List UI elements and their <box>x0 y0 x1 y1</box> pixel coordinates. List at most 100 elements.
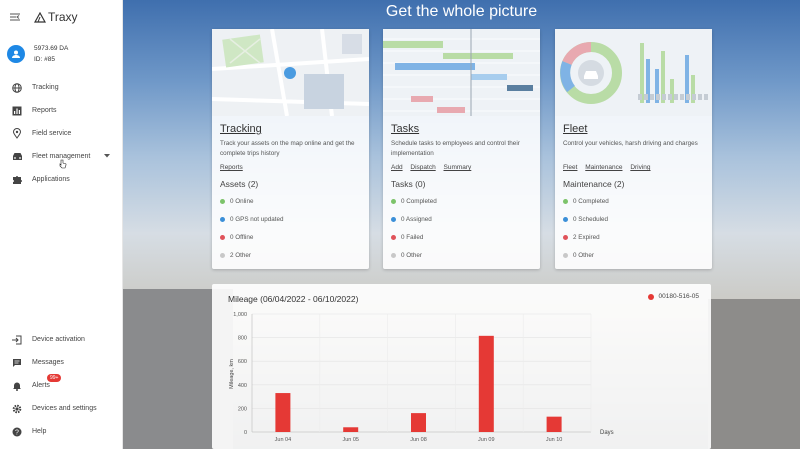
bar <box>546 416 562 432</box>
stat-other[interactable]: 0 Other <box>391 246 540 264</box>
stat-other[interactable]: 0 Other <box>563 246 712 264</box>
alerts-count-badge: 99+ <box>47 374 62 382</box>
avatar <box>7 45 25 63</box>
nav-label: Field service <box>32 130 72 137</box>
card-description: Schedule tasks to employees and control … <box>391 140 520 157</box>
stat-expired[interactable]: 2 Expired <box>563 228 712 246</box>
car-icon <box>11 151 23 163</box>
mileage-bar-chart: Mileage, km Days 0 200 400 600 800 1,000 Jun 0… <box>229 312 614 443</box>
stat-label: 0 Completed <box>401 197 437 205</box>
stat-assigned[interactable]: 0 Assigned <box>391 210 540 228</box>
svg-text:?: ? <box>15 429 19 436</box>
help-icon: ? <box>11 426 23 438</box>
bar <box>411 413 426 432</box>
x-tick-label: Jun 04 <box>275 437 292 443</box>
section-title: Tasks (0) <box>391 179 426 189</box>
link-summary[interactable]: Summary <box>444 164 472 171</box>
stat-offline[interactable]: 0 Offline <box>220 228 369 246</box>
link-reports[interactable]: Reports <box>220 164 243 171</box>
sidebar: Traxy 5973.69 DA ID: #85 Tracking Report… <box>0 0 123 449</box>
bar <box>275 393 291 432</box>
account-id: ID: #85 <box>34 56 55 63</box>
stat-label: 2 Other <box>230 251 251 259</box>
stat-label: 0 Other <box>573 251 594 259</box>
account-balance: 5973.69 DA <box>34 45 69 52</box>
status-dot <box>220 234 225 240</box>
y-tick-label: 0 <box>244 430 247 436</box>
brand-logo[interactable]: Traxy <box>34 10 78 24</box>
mileage-chart-card: Mileage (06/04/2022 - 06/10/2022) 00180-… <box>212 284 711 449</box>
status-dot <box>391 216 396 222</box>
stat-completed[interactable]: 0 Completed <box>391 192 540 210</box>
location-pin-icon <box>11 128 23 140</box>
link-driving[interactable]: Driving <box>630 164 650 171</box>
stat-completed[interactable]: 0 Completed <box>563 192 712 210</box>
nav-item-alerts[interactable]: Alerts 99+ <box>0 374 123 397</box>
x-tick-label: Jun 08 <box>410 437 427 443</box>
y-tick-label: 800 <box>238 336 247 342</box>
nav-item-devices-settings[interactable]: Devices and settings <box>0 397 123 420</box>
nav-item-applications[interactable]: Applications <box>0 168 123 191</box>
link-add[interactable]: Add <box>391 164 403 171</box>
status-dot <box>563 252 568 258</box>
nav-label: Reports <box>32 107 57 114</box>
nav-label: Help <box>32 428 47 435</box>
nav-label: Alerts <box>32 382 50 389</box>
x-tick-label: Jun 09 <box>478 437 495 443</box>
link-maintenance[interactable]: Maintenance <box>585 164 622 171</box>
link-dispatch[interactable]: Dispatch <box>410 164 435 171</box>
status-dot <box>220 216 225 222</box>
nav-item-tracking[interactable]: Tracking <box>0 76 123 99</box>
section-title: Assets (2) <box>220 179 259 189</box>
tasks-card: Tasks Schedule tasks to employees and co… <box>383 29 540 269</box>
city-buildings-right <box>708 299 800 449</box>
x-tick-label: Jun 05 <box>342 437 359 443</box>
nav-item-field-service[interactable]: Field service <box>0 122 123 145</box>
status-dot <box>220 198 225 204</box>
nav-item-help[interactable]: ? Help <box>0 420 123 443</box>
y-tick-label: 400 <box>238 383 247 389</box>
account-info[interactable]: 5973.69 DA ID: #85 <box>0 34 122 74</box>
collapse-menu-icon[interactable] <box>10 13 20 21</box>
bar-chart-icon <box>11 105 23 117</box>
main-nav: Tracking Reports Field service Fleet man… <box>0 76 123 191</box>
puzzle-icon <box>11 174 23 186</box>
gear-icon <box>11 403 23 415</box>
brand-name: Traxy <box>48 10 78 24</box>
nav-label: Tracking <box>32 84 59 91</box>
stat-online[interactable]: 0 Online <box>220 192 369 210</box>
status-dot <box>563 198 568 204</box>
nav-item-reports[interactable]: Reports <box>0 99 123 122</box>
stat-other[interactable]: 2 Other <box>220 246 369 264</box>
chevron-down-icon <box>104 154 110 158</box>
tracking-card: Tracking Track your assets on the map on… <box>212 29 369 269</box>
stat-label: 0 Completed <box>573 197 609 205</box>
card-title[interactable]: Fleet <box>563 123 712 135</box>
status-dot <box>563 234 568 240</box>
bell-icon <box>11 380 23 392</box>
fleet-card: Fleet Control your vehicles, harsh drivi… <box>555 29 712 269</box>
status-dot <box>391 198 396 204</box>
stat-label: 0 Scheduled <box>573 215 609 223</box>
status-dot <box>563 216 568 222</box>
card-title[interactable]: Tracking <box>220 123 369 135</box>
bar <box>343 427 359 432</box>
y-tick-label: 200 <box>238 406 247 412</box>
status-dot <box>220 252 225 258</box>
nav-label: Messages <box>32 359 64 366</box>
stat-failed[interactable]: 0 Failed <box>391 228 540 246</box>
y-tick-label: 1,000 <box>233 312 247 318</box>
stat-label: 0 Offline <box>230 233 254 241</box>
stat-scheduled[interactable]: 0 Scheduled <box>563 210 712 228</box>
login-icon <box>11 334 23 346</box>
bar <box>478 335 494 432</box>
stat-label: 0 Other <box>401 251 422 259</box>
status-dot <box>391 252 396 258</box>
nav-item-fleet-management[interactable]: Fleet management <box>0 145 123 169</box>
link-fleet[interactable]: Fleet <box>563 164 577 171</box>
card-title[interactable]: Tasks <box>391 123 540 135</box>
nav-item-messages[interactable]: Messages <box>0 351 123 374</box>
stat-gps-not-updated[interactable]: 0 GPS not updated <box>220 210 369 228</box>
nav-item-device-activation[interactable]: Device activation <box>0 328 123 351</box>
y-axis-label: Mileage, km <box>229 359 235 389</box>
